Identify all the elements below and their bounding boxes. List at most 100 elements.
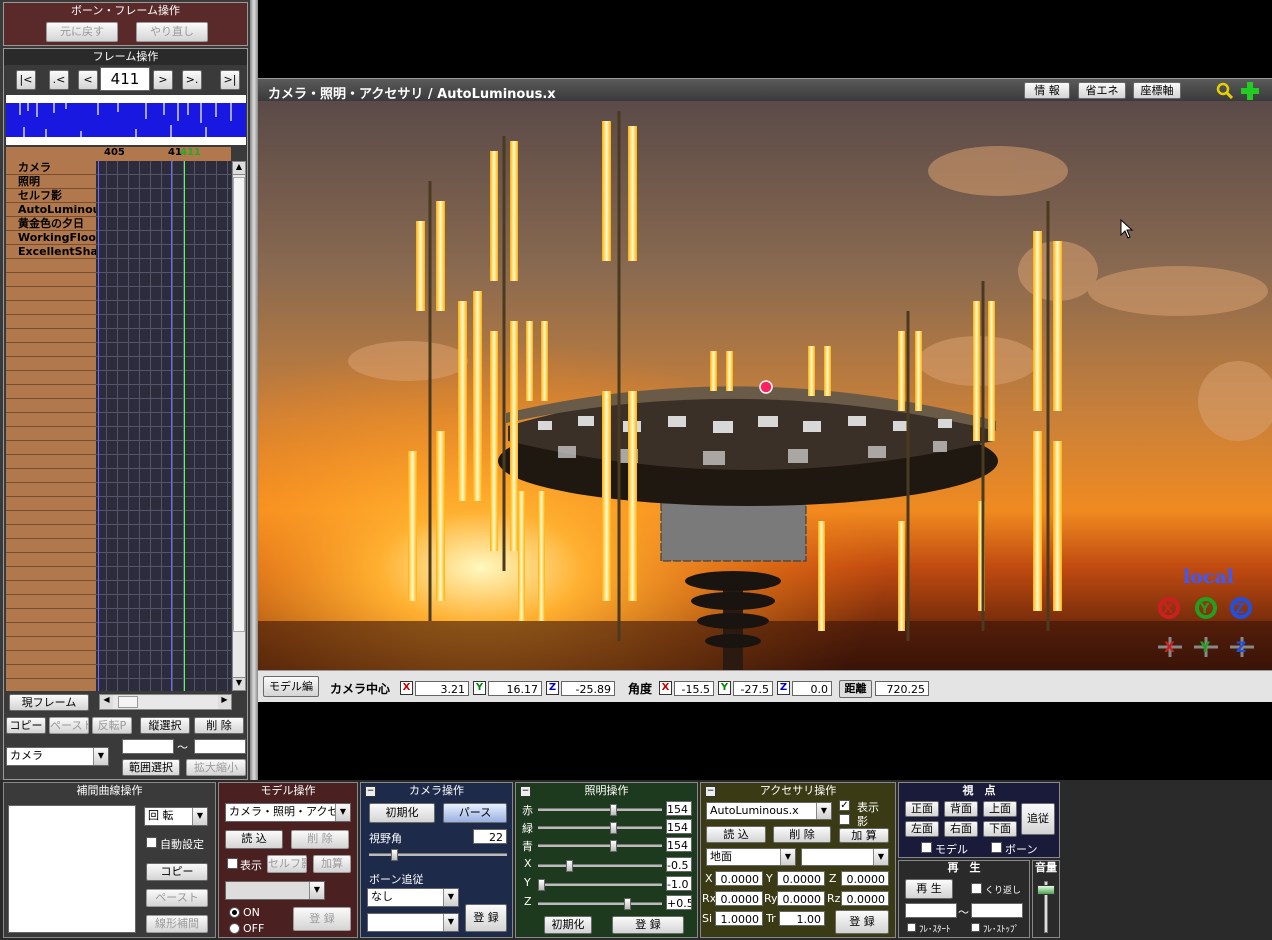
angle-y-field[interactable]: -27.5	[733, 681, 773, 696]
light-z-slider[interactable]	[538, 898, 662, 910]
next-frame-button[interactable]: >	[153, 70, 173, 90]
light-g-slider[interactable]	[538, 822, 662, 834]
chevron-down-icon[interactable]: ▼	[335, 804, 350, 821]
track-item[interactable]: セルフ影	[6, 189, 96, 203]
undo-button[interactable]: 元に戻す	[46, 22, 118, 42]
viewport-3d[interactable]: local local X Y Z X Y Z	[258, 101, 1272, 670]
light-g-field[interactable]: 154	[666, 819, 692, 834]
play-button[interactable]: 再 生	[905, 879, 953, 899]
acc-rz-field[interactable]: 0.0000	[841, 891, 889, 906]
model-load-button[interactable]: 読 込	[225, 830, 283, 849]
hscroll-left[interactable]: ◀	[100, 695, 113, 709]
chevron-down-icon[interactable]: ▼	[780, 849, 795, 865]
acc-y-field[interactable]: 0.0000	[777, 871, 825, 886]
rotate-x-gizmo[interactable]: X	[1156, 597, 1182, 619]
timeline-vscroll[interactable]: ▲ ▼	[232, 161, 246, 691]
light-b-slider[interactable]	[538, 840, 662, 852]
view-left-button[interactable]: 左面	[905, 821, 939, 837]
distance-field[interactable]: 720.25	[875, 681, 929, 696]
last-frame-button[interactable]: >|	[220, 70, 240, 90]
track-item[interactable]: WorkingFloor	[6, 231, 96, 245]
self-shadow-button[interactable]: セルフ影	[267, 855, 307, 873]
acc-tr-field[interactable]: 1.00	[779, 911, 825, 926]
accessory-add-button[interactable]: 加 算	[839, 828, 889, 843]
redo-button[interactable]: やり直し	[136, 22, 208, 42]
first-frame-button[interactable]: |<	[16, 70, 36, 90]
rotate-z-gizmo[interactable]: Z	[1228, 597, 1254, 619]
view-follow-button[interactable]: 追従	[1021, 803, 1055, 835]
vscroll-up[interactable]: ▲	[233, 162, 245, 175]
camera-init-button[interactable]: 初期化	[369, 803, 435, 823]
light-r-slider[interactable]	[538, 804, 662, 816]
interp-copy-button[interactable]: コピー	[146, 863, 208, 881]
on-radio[interactable]	[229, 907, 240, 918]
vscroll-down[interactable]: ▼	[233, 677, 245, 690]
hscroll-thumb[interactable]	[118, 696, 138, 708]
camera-register-button[interactable]: 登 録	[465, 904, 507, 932]
move-x-gizmo[interactable]: X	[1156, 635, 1184, 659]
off-radio[interactable]	[229, 923, 240, 934]
light-b-knob[interactable]	[610, 840, 617, 852]
range-select-button[interactable]: 範囲選択	[122, 759, 180, 776]
eco-button[interactable]: 省エネ	[1078, 82, 1126, 99]
model-delete-button[interactable]: 削 除	[291, 830, 349, 849]
light-y-knob[interactable]	[538, 879, 545, 891]
track-item[interactable]: ExcellentSha	[6, 245, 96, 259]
distance-button[interactable]: 距離	[839, 680, 872, 698]
track-item[interactable]: 黄金色の夕日	[6, 217, 96, 231]
center-x-field[interactable]: 3.21	[415, 681, 469, 696]
view-right-button[interactable]: 右面	[944, 821, 978, 837]
chevron-down-icon[interactable]: ▼	[443, 889, 458, 906]
view-top-button[interactable]: 上面	[983, 801, 1017, 817]
copy-keys-button[interactable]: コピー	[6, 717, 46, 734]
prev-key-button[interactable]: .<	[49, 70, 69, 90]
accessory-select[interactable]: AutoLuminous.x ▼	[706, 802, 832, 820]
acc-x-field[interactable]: 0.0000	[715, 871, 763, 886]
left-divider[interactable]	[250, 0, 258, 780]
view-back-button[interactable]: 背面	[944, 801, 978, 817]
light-b-field[interactable]: 154	[666, 837, 692, 852]
scale-button[interactable]: 拡大縮小	[186, 759, 246, 776]
model-select[interactable]: カメラ・照明・アクセサリ ▼	[225, 803, 351, 822]
model-add-button[interactable]: 加算	[313, 855, 351, 873]
acc-si-field[interactable]: 1.0000	[715, 911, 763, 926]
accessory-parent-model-select[interactable]: 地面 ▼	[706, 848, 796, 866]
accessory-show-checkbox[interactable]: ✓	[839, 800, 850, 811]
interp-paste-button[interactable]: ペースト	[146, 889, 208, 907]
chevron-down-icon[interactable]: ▼	[309, 882, 324, 899]
move-y-gizmo[interactable]: Y	[1192, 635, 1220, 659]
acc-z-field[interactable]: 0.0000	[841, 871, 889, 886]
view-bottom-button[interactable]: 下面	[983, 821, 1017, 837]
interp-mode-select[interactable]: 回 転 ▼	[144, 807, 208, 826]
target-select[interactable]: カメラ ▼	[6, 747, 109, 766]
light-x-field[interactable]: -0.5	[666, 857, 692, 872]
light-r-knob[interactable]	[610, 804, 617, 816]
zoom-icon[interactable]	[1216, 82, 1234, 100]
hscroll-right[interactable]: ▶	[218, 695, 231, 709]
follow-bone-select[interactable]: ▼	[367, 913, 459, 932]
follow-model-select[interactable]: なし ▼	[367, 888, 459, 907]
axes-button[interactable]: 座標軸	[1133, 82, 1181, 99]
chevron-down-icon[interactable]: ▼	[443, 914, 458, 931]
angle-x-field[interactable]: -15.5	[674, 681, 714, 696]
range-end-input[interactable]	[194, 739, 246, 754]
range-start-input[interactable]	[122, 739, 174, 754]
track-item[interactable]: カメラ	[6, 161, 96, 175]
model-bone-select[interactable]: ▼	[225, 881, 325, 900]
paste-keys-button[interactable]: ペースト	[49, 717, 89, 734]
repeat-checkbox[interactable]	[971, 883, 982, 894]
timeline-grid[interactable]	[96, 161, 231, 691]
accessory-parent-bone-select[interactable]: ▼	[801, 848, 889, 866]
accessory-shadow-checkbox[interactable]	[839, 814, 850, 825]
accessory-load-button[interactable]: 読 込	[706, 826, 766, 843]
light-y-field[interactable]: -1.0	[666, 876, 692, 891]
next-key-button[interactable]: >.	[182, 70, 202, 90]
acc-rx-field[interactable]: 0.0000	[715, 891, 763, 906]
info-button[interactable]: 情 報	[1024, 82, 1070, 99]
model-edit-button[interactable]: モデル編	[263, 676, 319, 697]
model-register-button[interactable]: 登 録	[293, 907, 351, 931]
track-item[interactable]: 照明	[6, 175, 96, 189]
view-bone-checkbox[interactable]	[991, 842, 1002, 853]
move-icon[interactable]	[1240, 81, 1260, 101]
timeline-hscroll[interactable]: ◀ ▶	[99, 694, 232, 710]
